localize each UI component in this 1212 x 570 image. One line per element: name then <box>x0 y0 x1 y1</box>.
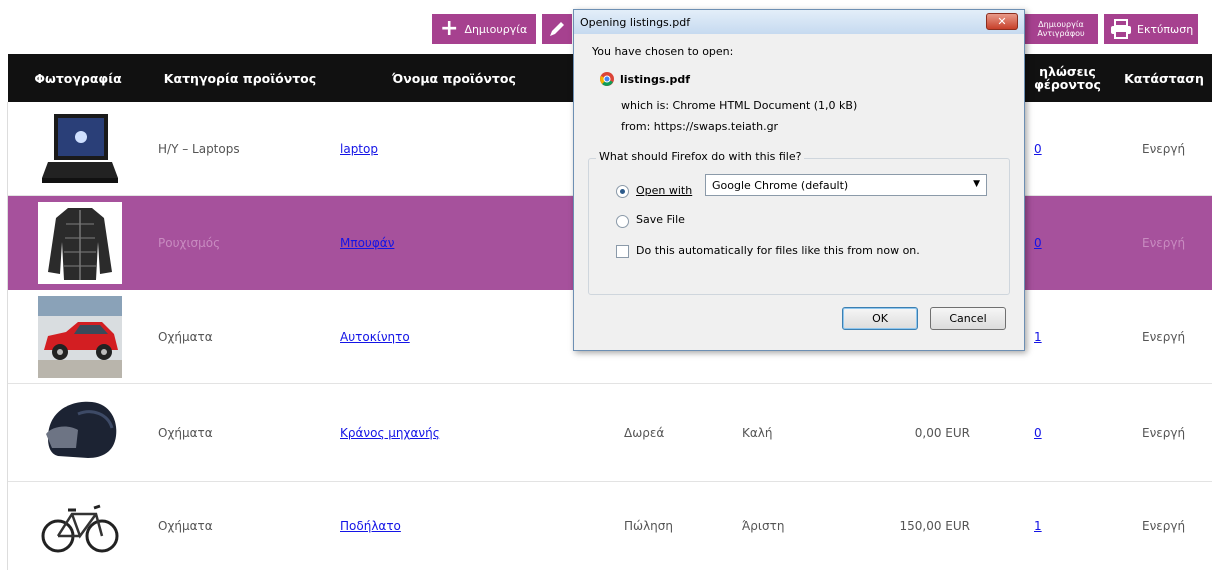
dialog-question: What should Firefox do with this file? <box>596 150 805 163</box>
create-button[interactable]: + Δημιουργία <box>432 14 536 44</box>
price-cell: 150,00 EUR <box>899 519 970 533</box>
chrome-icon <box>600 72 614 86</box>
dialog-intro: You have chosen to open: <box>592 45 734 58</box>
product-link[interactable]: Μπουφάν <box>340 236 394 250</box>
open-with-select[interactable]: Google Chrome (default) ▼ <box>705 174 987 196</box>
name-cell: Αυτοκίνητο <box>340 291 410 383</box>
status-cell: Ενεργή <box>1142 236 1186 250</box>
table-left-border <box>7 102 8 570</box>
header-interest-line2: φέροντος <box>1034 77 1101 92</box>
condition-cell: Καλή <box>742 425 773 440</box>
status-cell: Ενεργή <box>1142 141 1186 156</box>
close-icon[interactable]: ✕ <box>986 13 1018 30</box>
header-interest[interactable]: ηλώσεις φέροντος <box>1020 54 1115 102</box>
print-label: Εκτύπωση <box>1137 22 1194 36</box>
name-cell: Κράνος μηχανής <box>340 384 440 481</box>
dialog-title: Opening listings.pdf <box>580 16 691 29</box>
auto-label[interactable]: Do this automatically for files like thi… <box>636 244 920 257</box>
interest-cell: 0 <box>1034 384 1042 481</box>
type-cell: Δωρεά <box>624 425 665 440</box>
print-button[interactable]: Εκτύπωση <box>1104 14 1198 44</box>
dialog-titlebar[interactable]: Opening listings.pdf ✕ <box>574 10 1024 34</box>
car-photo <box>38 296 122 378</box>
save-file-label[interactable]: Save File <box>636 213 685 226</box>
auto-checkbox[interactable] <box>616 245 629 258</box>
product-link[interactable]: Κράνος μηχανής <box>340 426 440 440</box>
header-name[interactable]: Όνομα προϊόντος <box>334 54 574 102</box>
create-copy-line2: Αντιγράφου <box>1037 29 1085 38</box>
create-copy-line1: Δημιουργία <box>1038 20 1084 29</box>
jacket-photo <box>38 202 122 284</box>
interest-link[interactable]: 0 <box>1034 236 1042 250</box>
save-file-radio[interactable] <box>616 215 629 228</box>
edit-button[interactable] <box>542 14 572 44</box>
price-cell: 0,00 EUR <box>914 425 970 440</box>
header-photo[interactable]: Φωτογραφία <box>8 54 148 102</box>
category-cell: Οχήματα <box>158 330 213 344</box>
bicycle-photo <box>38 488 122 566</box>
product-link[interactable]: laptop <box>340 142 378 156</box>
cancel-button[interactable]: Cancel <box>930 307 1006 330</box>
name-cell: Μπουφάν <box>340 196 394 290</box>
category-cell: Οχήματα <box>158 519 213 533</box>
plus-icon: + <box>440 16 459 41</box>
type-cell: Πώληση <box>624 519 673 533</box>
product-link[interactable]: Ποδήλατο <box>340 519 401 533</box>
name-cell: Ποδήλατο <box>340 482 401 570</box>
pencil-icon <box>550 22 564 36</box>
interest-cell: 0 <box>1034 102 1042 195</box>
condition-cell: Άριστη <box>742 519 785 533</box>
header-category[interactable]: Κατηγορία προϊόντος <box>151 54 329 102</box>
table-row: Οχήματα Ποδήλατο Πώληση Άριστη 150,00 EU… <box>8 482 1212 570</box>
create-label: Δημιουργία <box>464 22 528 36</box>
interest-cell: 1 <box>1034 291 1042 383</box>
laptop-photo <box>38 108 122 190</box>
interest-cell: 0 <box>1034 196 1042 290</box>
status-cell: Ενεργή <box>1142 425 1186 440</box>
interest-link[interactable]: 1 <box>1034 519 1042 533</box>
chevron-down-icon: ▼ <box>973 179 980 189</box>
helmet-photo <box>38 392 122 472</box>
interest-link[interactable]: 0 <box>1034 142 1042 156</box>
status-cell: Ενεργή <box>1142 519 1186 533</box>
interest-link[interactable]: 0 <box>1034 426 1042 440</box>
category-cell: H/Y – Laptops <box>158 141 240 156</box>
printer-icon <box>1111 19 1131 39</box>
ok-button[interactable]: OK <box>842 307 918 330</box>
open-with-label[interactable]: Open with <box>636 184 692 197</box>
interest-link[interactable]: 1 <box>1034 330 1042 344</box>
category-cell: Οχήματα <box>158 425 213 440</box>
download-dialog: Opening listings.pdf ✕ You have chosen t… <box>573 9 1025 351</box>
table-row: Οχήματα Κράνος μηχανής Δωρεά Καλή 0,00 E… <box>8 384 1212 482</box>
create-copy-button[interactable]: Δημιουργία Αντιγράφου <box>1024 14 1098 44</box>
dialog-file-type: which is: Chrome HTML Document (1,0 kB) <box>621 99 858 112</box>
name-cell: laptop <box>340 102 378 195</box>
product-link[interactable]: Αυτοκίνητο <box>340 330 410 344</box>
interest-cell: 1 <box>1034 482 1042 570</box>
category-cell: Ρουχισμός <box>158 236 221 250</box>
open-with-value: Google Chrome (default) <box>712 179 849 192</box>
status-cell: Ενεργή <box>1142 330 1186 344</box>
header-status[interactable]: Κατάσταση <box>1116 54 1212 102</box>
open-with-radio[interactable] <box>616 185 629 198</box>
dialog-file-source: from: https://swaps.teiath.gr <box>621 120 779 133</box>
dialog-filename: listings.pdf <box>620 73 691 86</box>
